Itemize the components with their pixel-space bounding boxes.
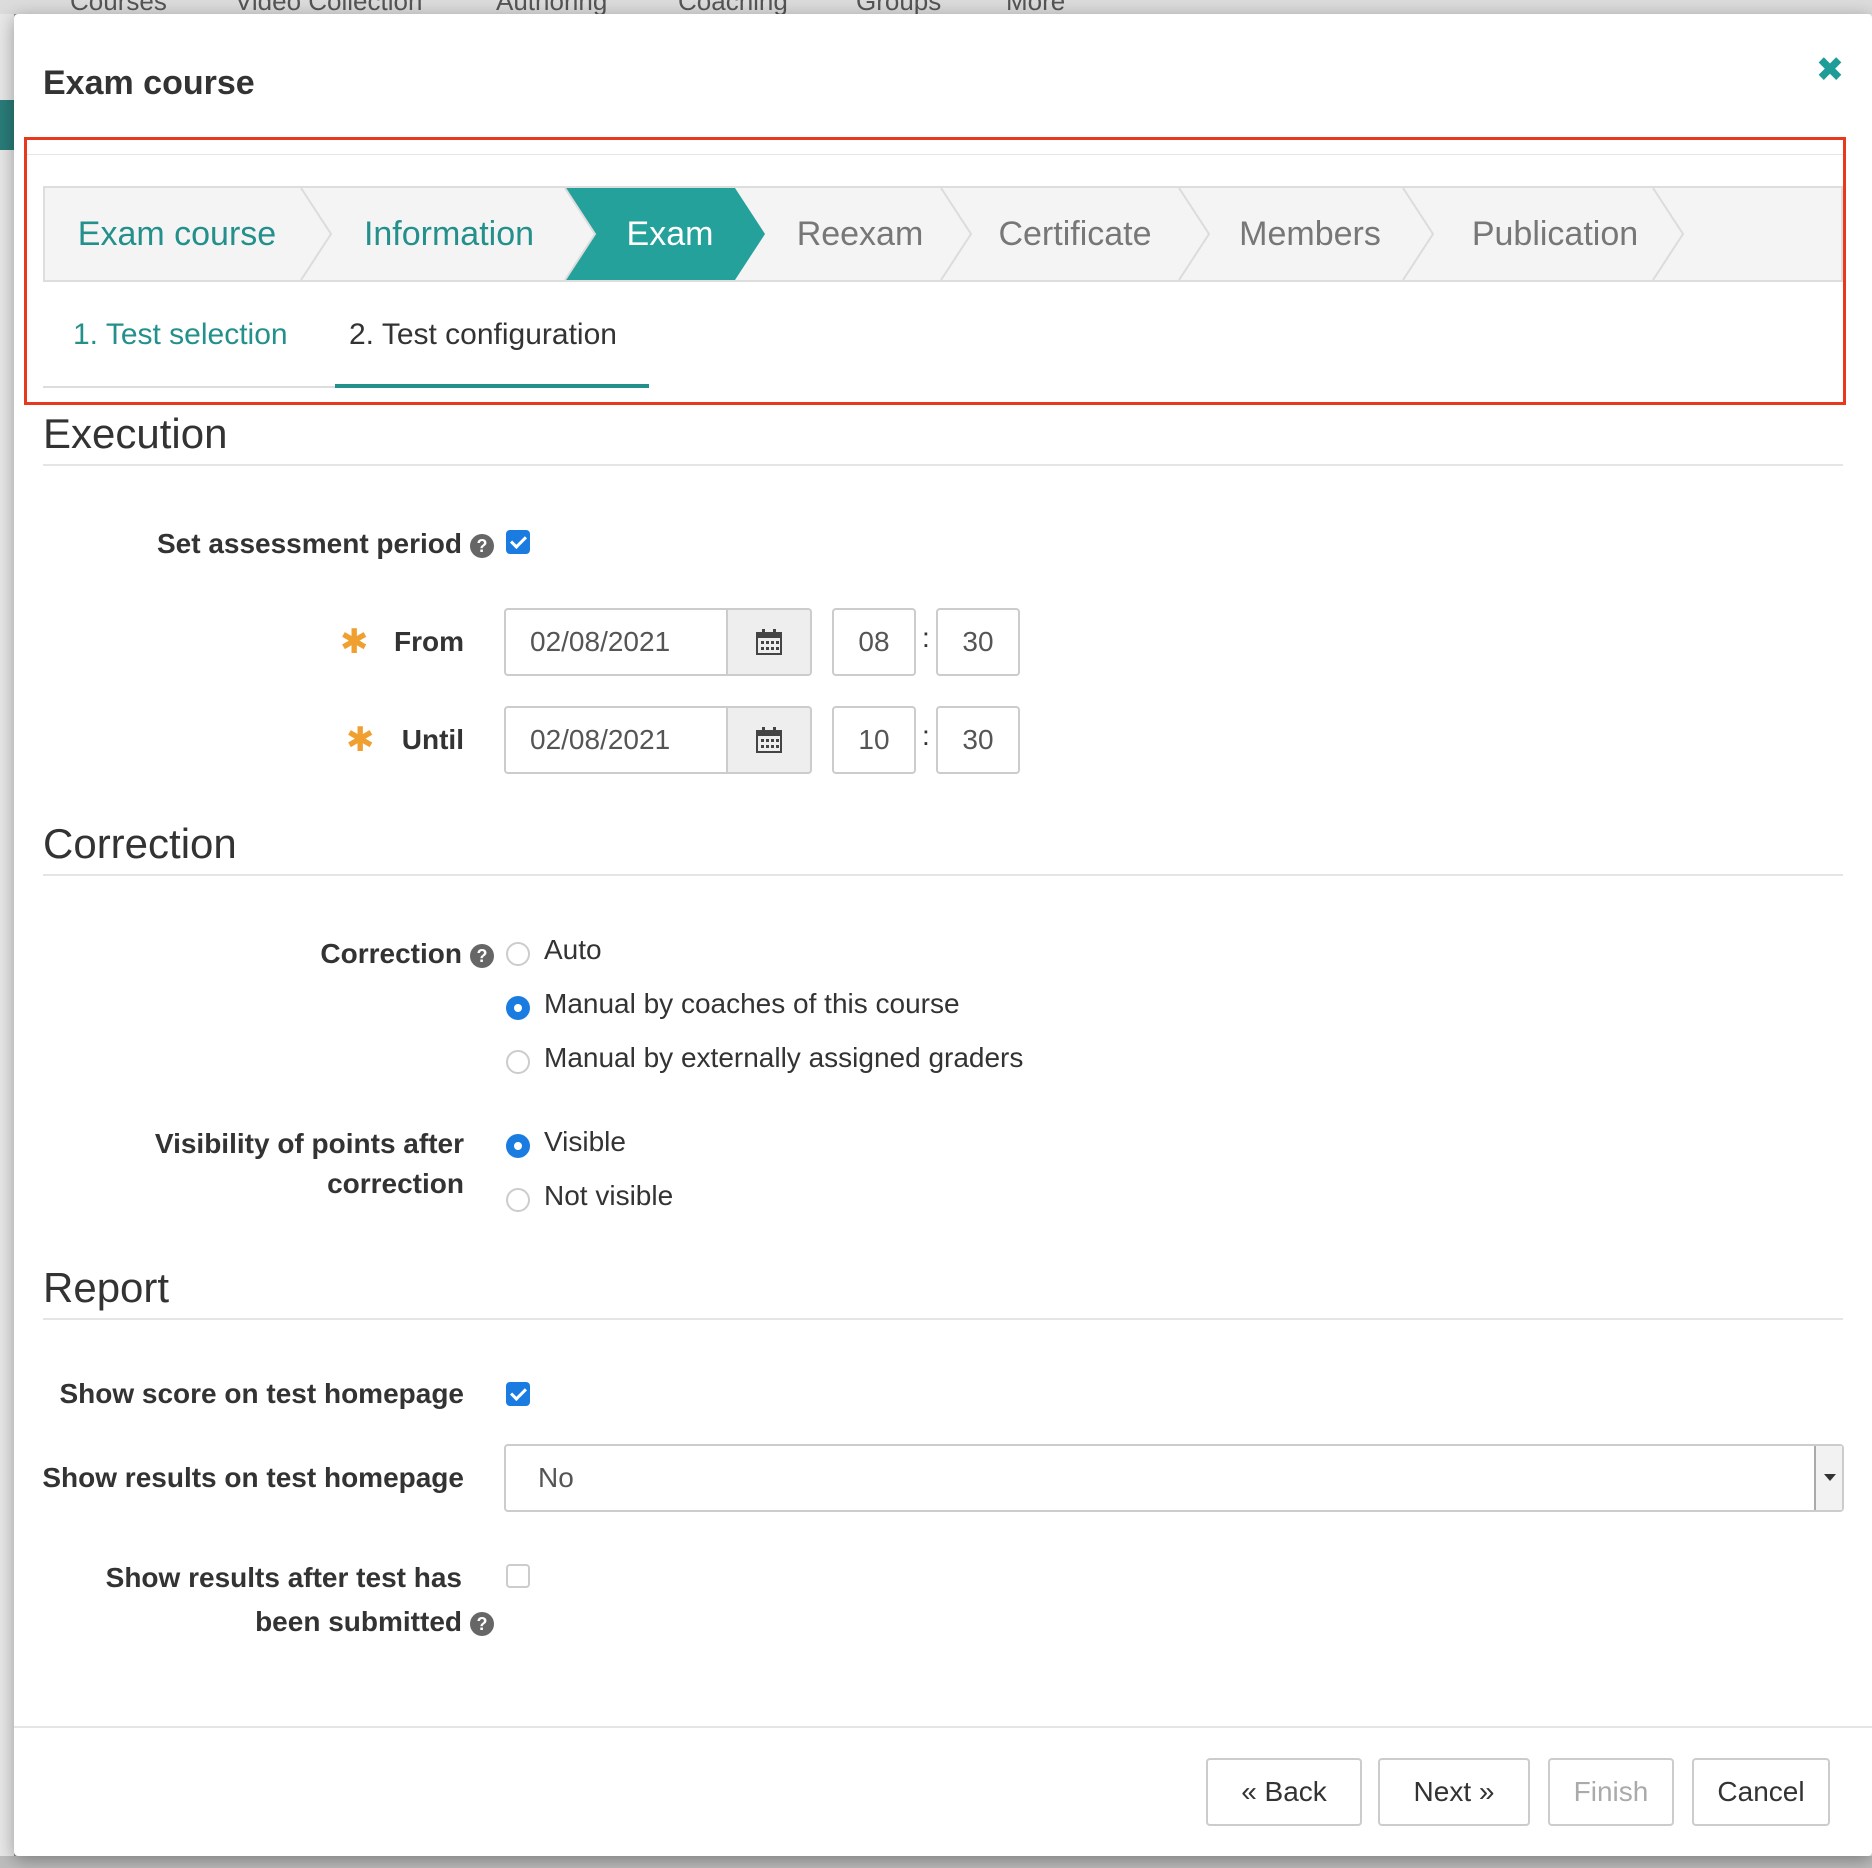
after-submit-label: Show results after test has been submitt… [44,1556,494,1644]
from-label: From [394,626,464,657]
section-execution-title: Execution [43,410,228,457]
show-results-value: No [538,1462,574,1493]
time-separator: : [922,720,930,751]
help-icon[interactable]: ? [470,1611,494,1636]
section-divider [43,874,1843,876]
section-correction-title: Correction [43,820,237,867]
step-certificate[interactable]: Certificate [965,188,1185,280]
bg-nav-coaching: Coaching [678,0,788,14]
background-nav: Courses Video Collection Authoring Coach… [0,0,1872,14]
correction-manual-coaches-label[interactable]: Manual by coaches of this course [544,988,960,1020]
show-results-select[interactable]: No [504,1444,1844,1512]
back-icon: « [1241,1776,1257,1807]
step-publication[interactable]: Publication [1435,188,1675,280]
next-button[interactable]: Next » [1378,1758,1530,1826]
from-hour-input[interactable]: 08 [832,608,916,676]
section-report-title: Report [43,1264,170,1311]
footer-divider [14,1726,1872,1728]
bg-nav-more: More [1006,0,1065,14]
from-date-input[interactable]: 02/08/2021 [504,608,728,676]
active-tab-underline [335,384,649,388]
dialog-title: Exam course [43,64,255,102]
show-results-label: Show results on test homepage [42,1462,464,1493]
background-sidebar [0,14,14,1868]
step-information[interactable]: Information [329,188,569,280]
visibility-label-line2: correction [327,1168,464,1199]
after-submit-checkbox[interactable] [506,1564,530,1588]
visibility-not-visible-radio[interactable] [506,1188,530,1212]
step-exam-course[interactable]: Exam course [45,188,309,280]
next-label: Next [1413,1776,1472,1807]
correction-auto-radio[interactable] [506,942,530,966]
from-minute-input[interactable]: 30 [936,608,1020,676]
correction-label: Correction? [74,938,494,970]
tab-test-selection[interactable]: 1. Test selection [73,318,288,352]
background-accent [0,100,14,150]
show-score-label: Show score on test homepage [59,1378,464,1409]
correction-auto-label[interactable]: Auto [544,934,602,966]
chevron-down-icon [1814,1446,1842,1510]
assessment-period-label: Set assessment period? [74,528,494,560]
correction-manual-coaches-radio[interactable] [506,996,530,1020]
until-minute-input[interactable]: 30 [936,706,1020,774]
correction-external-graders-radio[interactable] [506,1050,530,1074]
help-icon[interactable]: ? [470,533,494,558]
after-submit-label-line1: Show results after test has [105,1562,462,1593]
step-exam[interactable]: Exam [585,188,755,280]
correction-external-graders-label[interactable]: Manual by externally assigned graders [544,1042,1023,1074]
visibility-visible-radio[interactable] [506,1134,530,1158]
bg-nav-authoring: Authoring [496,0,607,14]
visibility-visible-label[interactable]: Visible [544,1126,626,1158]
visibility-not-visible-label[interactable]: Not visible [544,1180,673,1212]
bg-nav-groups: Groups [856,0,941,14]
visibility-label-line1: Visibility of points after [154,1128,464,1159]
visibility-label: Visibility of points after correction [54,1124,464,1204]
background-bottom [0,1856,1872,1868]
calendar-icon [756,629,782,655]
after-submit-label-line2: been submitted [255,1606,462,1637]
assessment-period-text: Set assessment period [156,528,462,559]
step-reexam[interactable]: Reexam [765,188,955,280]
bg-nav-courses: Courses [70,0,167,14]
from-calendar-button[interactable] [728,608,812,676]
bg-nav-video: Video Collection [235,0,422,14]
until-label: Until [401,724,464,755]
wizard-steps: Exam course Information Exam Reexam Cert… [43,186,1843,282]
step-members[interactable]: Members [1205,188,1415,280]
required-icon: ✱ [346,721,375,759]
tab-test-configuration[interactable]: 2. Test configuration [349,318,617,352]
exam-course-dialog: Exam course ✖ Exam course Information Ex… [14,14,1872,1856]
section-divider [43,1318,1843,1320]
time-separator: : [922,622,930,653]
back-button[interactable]: « Back [1206,1758,1362,1826]
help-icon[interactable]: ? [470,943,494,968]
cancel-button[interactable]: Cancel [1692,1758,1830,1826]
section-divider [43,464,1843,466]
wizard-substeps: 1. Test selection 2. Test configuration [43,306,649,388]
required-icon: ✱ [340,623,369,661]
correction-label-text: Correction [320,938,462,969]
until-date-input[interactable]: 02/08/2021 [504,706,728,774]
assessment-period-checkbox[interactable] [506,530,530,554]
header-divider [27,154,1843,155]
until-calendar-button[interactable] [728,706,812,774]
next-icon: » [1478,1776,1495,1807]
back-label: Back [1264,1776,1327,1807]
show-score-checkbox[interactable] [506,1382,530,1406]
close-icon[interactable]: ✖ [1810,50,1850,90]
until-hour-input[interactable]: 10 [832,706,916,774]
calendar-icon [756,727,782,753]
finish-button[interactable]: Finish [1548,1758,1674,1826]
